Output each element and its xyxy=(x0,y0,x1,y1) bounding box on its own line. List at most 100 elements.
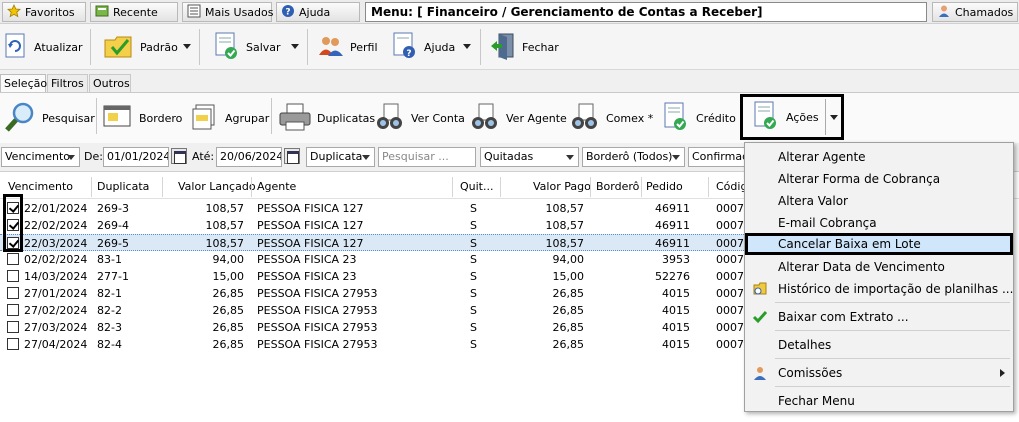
acoes-button[interactable]: Ações xyxy=(740,94,844,140)
comex-label: Comex * xyxy=(606,111,654,125)
table-row[interactable]: 27/04/2024 82-4 26,85 PESSOA FISICA 2795… xyxy=(0,336,751,353)
de-date-input[interactable]: 01/01/2024 xyxy=(103,147,169,167)
table-row[interactable]: 27/01/2024 82-1 26,85 PESSOA FISICA 2795… xyxy=(0,285,751,302)
menu-item-detalhes[interactable]: Detalhes xyxy=(745,334,1013,356)
menu-item-alterar-data-vencimento[interactable]: Alterar Data de Vencimento xyxy=(745,256,1013,278)
calendar-icon[interactable] xyxy=(171,148,187,164)
group-icon xyxy=(191,103,219,134)
perfil-button[interactable]: Perfil xyxy=(318,28,378,66)
situacao-select[interactable]: Quitadas xyxy=(480,147,579,167)
ate-date-input[interactable]: 20/06/2024 xyxy=(216,147,282,167)
cell-agente: PESSOA FISICA 127 xyxy=(257,219,364,232)
pesquisar-label: Pesquisar xyxy=(42,111,95,125)
ajuda-label: Ajuda xyxy=(424,40,456,54)
menu-separator xyxy=(775,330,1010,331)
col-header-agente[interactable]: Agente xyxy=(257,180,296,193)
ajuda-button[interactable]: ? Ajuda xyxy=(392,28,455,66)
recente-button[interactable]: Recente xyxy=(90,2,178,22)
menu-item-cancelar-baixa-lote[interactable]: Cancelar Baixa em Lote xyxy=(745,233,1013,255)
cell-valor-lancado: 108,57 xyxy=(205,237,245,250)
printer-icon xyxy=(279,103,311,134)
cell-valor-lancado: 26,85 xyxy=(212,304,245,317)
credito-button[interactable]: Crédito xyxy=(662,99,736,137)
menu-item-altera-valor[interactable]: Altera Valor xyxy=(745,190,1013,212)
svg-text:?: ? xyxy=(285,7,290,17)
cell-pedido: 3953 xyxy=(662,253,690,266)
cell-duplicata: 83-1 xyxy=(97,253,122,266)
col-header-pedido[interactable]: Pedido xyxy=(646,180,683,193)
agrupar-button[interactable]: Agrupar xyxy=(191,99,269,137)
menu-item-comissoes[interactable]: Comissões xyxy=(745,362,1013,384)
table-row[interactable]: 27/03/2024 82-3 26,85 PESSOA FISICA 2795… xyxy=(0,319,751,336)
table-row[interactable]: 14/03/2024 277-1 15,00 PESSOA FISICA 23 … xyxy=(0,268,751,285)
duplicatas-label: Duplicatas xyxy=(317,111,376,125)
table-row[interactable]: 27/02/2024 82-2 26,85 PESSOA FISICA 2795… xyxy=(0,302,751,319)
ver-agente-button[interactable]: Ver Agente xyxy=(470,99,567,137)
col-header-duplicata[interactable]: Duplicata xyxy=(97,180,149,193)
table-row[interactable]: 02/02/2024 83-1 94,00 PESSOA FISICA 23 S… xyxy=(0,251,751,268)
col-header-valor-lancado[interactable]: Valor Lançado xyxy=(178,180,256,193)
table-row[interactable]: 22/01/2024 269-3 108,57 PESSOA FISICA 12… xyxy=(0,200,751,217)
calendar-icon[interactable] xyxy=(284,148,300,164)
col-header-codigo[interactable]: Códig xyxy=(716,180,747,193)
favoritos-button[interactable]: Favoritos xyxy=(2,2,86,22)
col-header-vencimento[interactable]: Vencimento xyxy=(8,180,73,193)
chevron-down-icon xyxy=(566,155,574,160)
person-icon xyxy=(937,4,951,21)
acoes-main[interactable]: Ações xyxy=(752,98,819,136)
bordero-button[interactable]: Bordero xyxy=(103,99,182,137)
col-header-bordero[interactable]: Borderô xyxy=(596,180,639,193)
tab-selecao[interactable]: Seleção xyxy=(0,74,47,94)
row-checkbox[interactable] xyxy=(7,253,19,265)
cell-duplicata: 82-4 xyxy=(97,338,122,351)
mais-usados-button[interactable]: Mais Usados xyxy=(182,2,273,22)
menu-item-email-cobranca[interactable]: E-mail Cobrança xyxy=(745,212,1013,234)
toolbar-divider xyxy=(480,29,481,65)
exit-door-icon xyxy=(490,32,516,63)
row-checkbox[interactable] xyxy=(7,287,19,299)
ajuda-dropdown-arrow[interactable] xyxy=(463,44,471,49)
menu-item-alterar-forma-cobranca[interactable]: Alterar Forma de Cobrança xyxy=(745,168,1013,190)
row-checkbox[interactable] xyxy=(7,304,19,316)
comex-button[interactable]: Comex * xyxy=(570,99,653,137)
duplicatas-button[interactable]: Duplicatas xyxy=(279,99,375,137)
cell-quit: S xyxy=(470,270,477,283)
col-header-valor-pago[interactable]: Valor Pago xyxy=(533,180,591,193)
tab-outros[interactable]: Outros xyxy=(89,74,131,93)
ver-conta-button[interactable]: Ver Conta xyxy=(375,99,465,137)
chamados-button[interactable]: Chamados xyxy=(932,2,1018,22)
atualizar-button[interactable]: Atualizar xyxy=(4,28,83,66)
row-checkbox[interactable] xyxy=(7,270,19,282)
fechar-button[interactable]: Fechar xyxy=(490,28,559,66)
table-row[interactable]: 22/02/2024 269-4 108,57 PESSOA FISICA 12… xyxy=(0,217,751,234)
ajuda-top-button[interactable]: ? Ajuda xyxy=(276,2,360,22)
tipo-select[interactable]: Duplicata xyxy=(306,147,375,167)
table-row-selected[interactable]: 22/03/2024 269-5 108,57 PESSOA FISICA 12… xyxy=(0,234,751,251)
confirmada-select[interactable]: Confirmada xyxy=(688,147,748,167)
padrao-button[interactable]: Padrão xyxy=(104,28,178,66)
cell-vencimento: 22/01/2024 xyxy=(24,202,88,215)
pesquisar-button[interactable]: Pesquisar xyxy=(4,99,95,137)
menu-item-alterar-agente[interactable]: Alterar Agente xyxy=(745,146,1013,168)
cell-valor-lancado: 26,85 xyxy=(212,321,245,334)
bordero-select[interactable]: Borderô (Todos) xyxy=(582,147,685,167)
tipo-value: Duplicata xyxy=(310,150,363,163)
tab-filtros[interactable]: Filtros xyxy=(47,74,88,93)
salvar-button[interactable]: Salvar xyxy=(214,28,281,66)
date-field-value: Vencimento xyxy=(5,150,71,163)
row-checkbox[interactable] xyxy=(7,338,19,350)
menu-item-fechar-menu[interactable]: Fechar Menu xyxy=(745,390,1013,412)
padrao-dropdown-arrow[interactable] xyxy=(183,44,191,49)
menu-item-baixar-extrato[interactable]: Baixar com Extrato ... xyxy=(745,306,1013,328)
cell-pedido: 4015 xyxy=(662,287,690,300)
date-field-select[interactable]: Vencimento xyxy=(1,147,80,167)
col-divider xyxy=(590,177,591,197)
acoes-dropdown-arrow[interactable] xyxy=(830,115,838,120)
toolbar-divider xyxy=(90,29,91,65)
search-input[interactable]: Pesquisar ... xyxy=(378,147,476,167)
row-checkbox[interactable] xyxy=(7,321,19,333)
menu-item-baixar-extrato-label: Baixar com Extrato ... xyxy=(778,310,909,324)
menu-item-historico-importacao[interactable]: Histórico de importação de planilhas ... xyxy=(745,278,1013,300)
col-header-quit[interactable]: Quit... xyxy=(460,180,494,193)
salvar-dropdown-arrow[interactable] xyxy=(291,44,299,49)
